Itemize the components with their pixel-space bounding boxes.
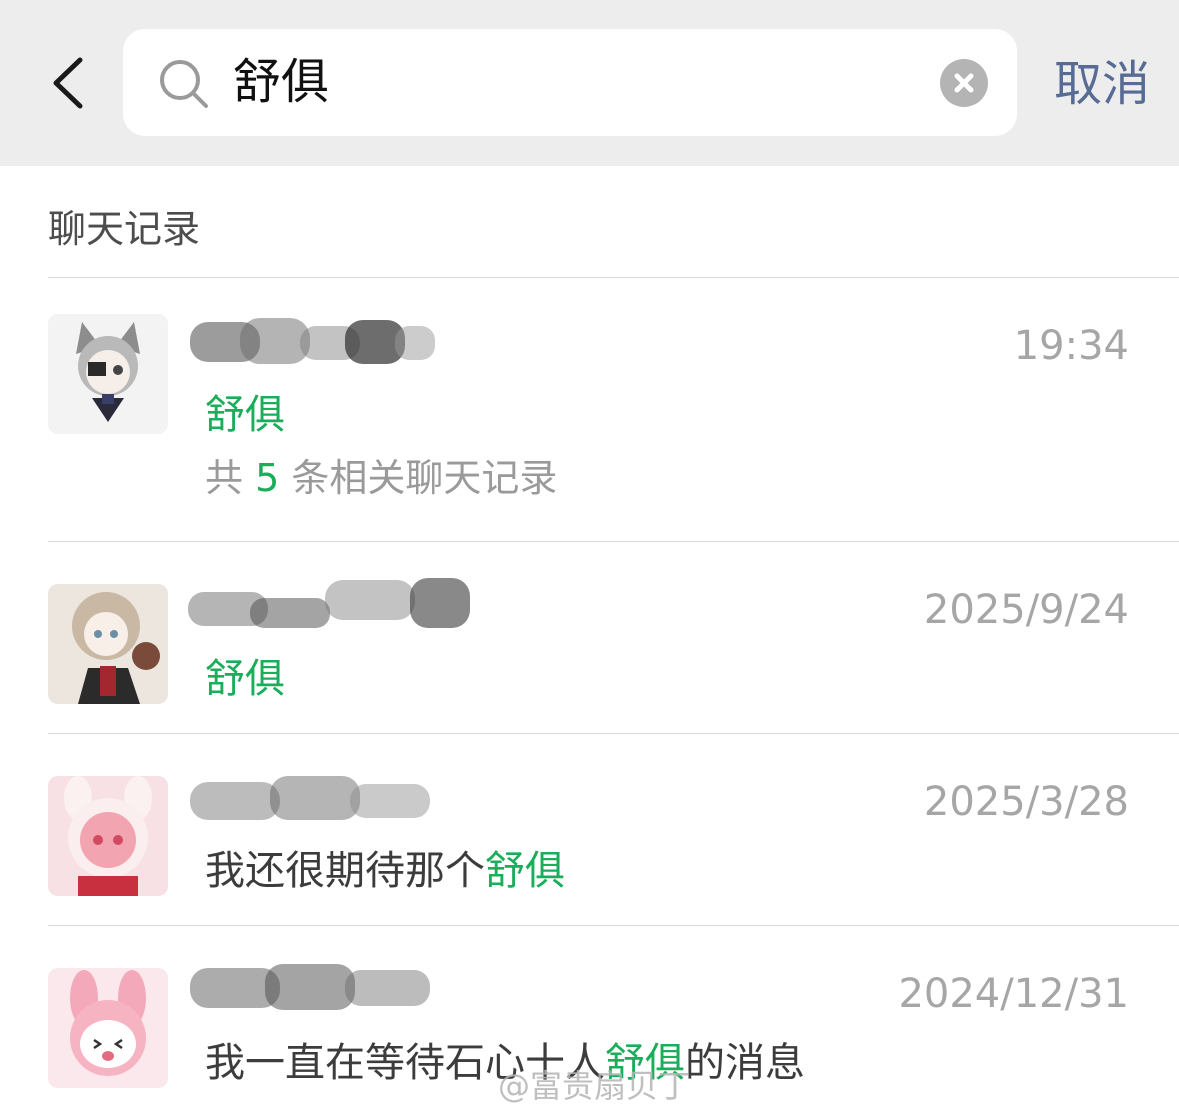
avatar xyxy=(48,776,168,896)
matched-text: 舒俱 xyxy=(205,390,285,440)
contact-name-redacted xyxy=(190,318,435,364)
chat-result-item[interactable]: 19:34 舒俱 共 5 条相关聊天记录 xyxy=(0,278,1179,541)
chevron-left-icon xyxy=(53,57,83,109)
message-time: 19:34 xyxy=(1013,323,1129,369)
message-time: 2024/12/31 xyxy=(898,971,1129,1017)
avatar xyxy=(48,584,168,704)
search-header: 舒俱 取消 xyxy=(0,0,1179,166)
section-title: 聊天记录 xyxy=(48,207,201,251)
search-input[interactable]: 舒俱 xyxy=(123,29,1017,136)
clear-icon[interactable] xyxy=(940,59,988,107)
contact-name-redacted xyxy=(190,964,430,1010)
keyword-highlight: 舒俱 xyxy=(205,392,285,438)
avatar xyxy=(48,314,168,434)
related-records-count: 共 5 条相关聊天记录 xyxy=(205,456,558,500)
contact-name-redacted xyxy=(190,776,430,820)
cancel-button[interactable]: 取消 xyxy=(1054,56,1150,112)
message-time: 2025/9/24 xyxy=(923,587,1129,633)
contact-name-redacted xyxy=(188,578,470,628)
keyword-highlight: 舒俱 xyxy=(205,656,285,702)
matched-text: 舒俱 xyxy=(205,654,285,704)
back-button[interactable] xyxy=(40,48,100,118)
search-icon xyxy=(160,60,208,108)
search-query-text[interactable]: 舒俱 xyxy=(233,51,329,113)
message-time: 2025/3/28 xyxy=(923,779,1129,825)
chat-result-item[interactable]: 2025/9/24 舒俱 xyxy=(0,542,1179,733)
watermark: @富贵扇贝丁 xyxy=(498,1067,691,1105)
avatar xyxy=(48,968,168,1088)
keyword-highlight: 舒俱 xyxy=(485,848,565,894)
chat-result-item[interactable]: 2025/3/28 我还很期待那个舒俱 xyxy=(0,734,1179,925)
matched-text: 我还很期待那个舒俱 xyxy=(205,848,565,894)
